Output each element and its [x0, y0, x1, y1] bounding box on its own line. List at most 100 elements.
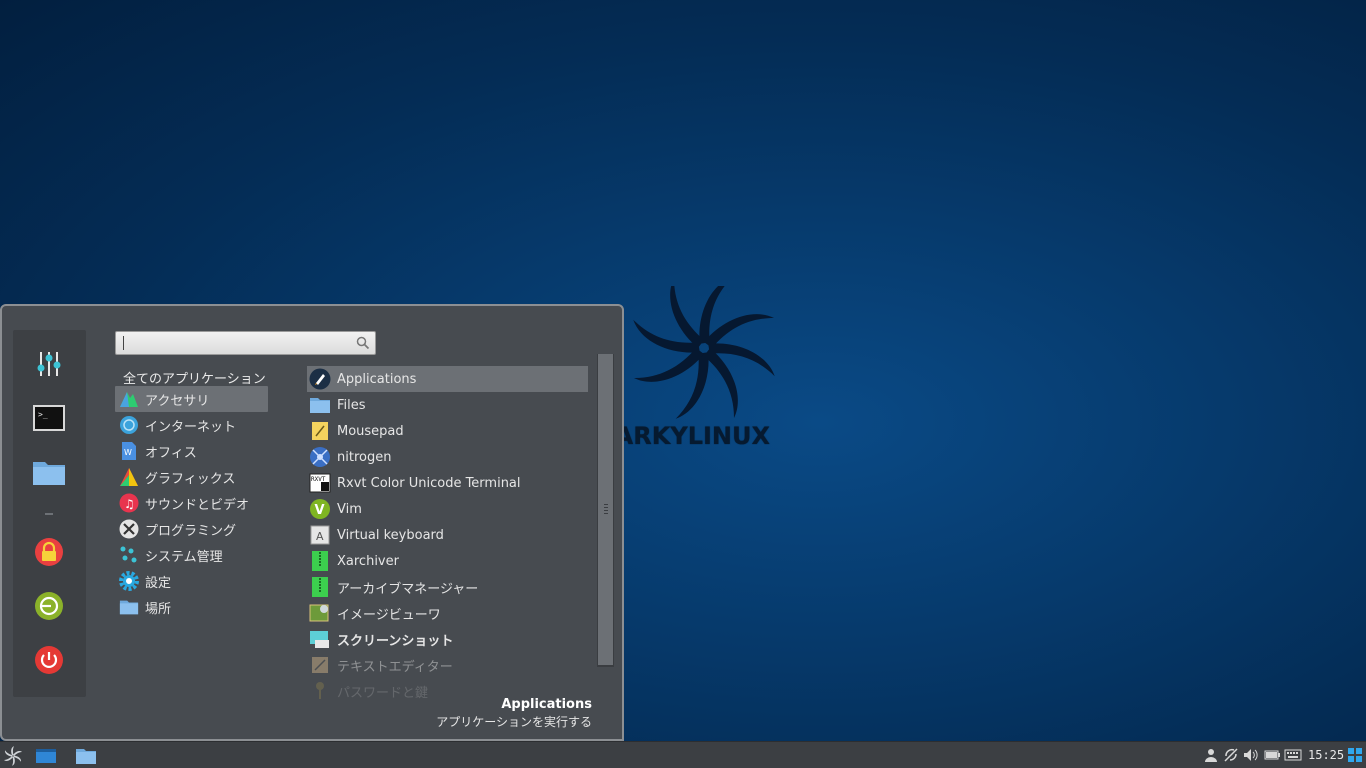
- category-label: アクセサリ: [145, 393, 210, 409]
- taskbar: 15:25: [0, 741, 1366, 768]
- programming-icon: [119, 519, 139, 539]
- places-folder-icon: [119, 597, 139, 617]
- scrollbar-grip: [604, 504, 608, 514]
- office-icon: W: [119, 441, 139, 461]
- text-editor-icon: [309, 654, 331, 676]
- apps-scrollbar[interactable]: [597, 354, 614, 667]
- category-label: 設定: [145, 575, 172, 591]
- category-label: プログラミング: [145, 523, 237, 539]
- graphics-icon: [119, 467, 139, 487]
- category-system[interactable]: システム管理: [115, 542, 268, 568]
- category-places[interactable]: 場所: [115, 594, 268, 620]
- category-label: サウンドとビデオ: [145, 497, 250, 513]
- mousepad-icon: [309, 420, 331, 442]
- svg-text:V: V: [315, 503, 325, 518]
- app-label: テキストエディター: [337, 659, 453, 675]
- user-icon[interactable]: [1202, 746, 1220, 764]
- category-programming[interactable]: プログラミング: [115, 516, 268, 542]
- app-description-title: Applications: [501, 697, 592, 712]
- sparky-menu-icon[interactable]: [2, 745, 24, 767]
- app-vim[interactable]: V Vim: [307, 496, 588, 522]
- app-label: nitrogen: [337, 449, 392, 465]
- favorites-sidebar: >_: [13, 330, 86, 697]
- app-label: Vim: [337, 501, 362, 517]
- category-settings[interactable]: 設定: [115, 568, 268, 594]
- battery-icon[interactable]: [1263, 746, 1281, 764]
- lock-icon[interactable]: [31, 534, 67, 570]
- category-sound-video[interactable]: ♫ サウンドとビデオ: [115, 490, 268, 516]
- app-label: Files: [337, 397, 366, 413]
- all-applications-category[interactable]: 全てのアプリケーション: [123, 368, 266, 387]
- vim-icon: V: [309, 498, 331, 520]
- nitrogen-icon: [309, 446, 331, 468]
- app-label: アーカイブマネージャー: [337, 581, 479, 597]
- category-accessories[interactable]: アクセサリ: [115, 386, 268, 412]
- app-label: スクリーンショット: [337, 633, 454, 649]
- system-icon: [119, 545, 139, 565]
- network-icon[interactable]: [1222, 746, 1240, 764]
- category-label: 場所: [145, 601, 172, 617]
- svg-text:W: W: [124, 448, 132, 457]
- power-icon[interactable]: [31, 642, 67, 678]
- search-input[interactable]: [115, 331, 376, 355]
- favorites-separator: [45, 513, 53, 515]
- folder-icon[interactable]: [31, 454, 67, 490]
- app-applications[interactable]: Applications: [307, 366, 588, 392]
- category-office[interactable]: W オフィス: [115, 438, 268, 464]
- internet-icon: [119, 415, 139, 435]
- app-label: Rxvt Color Unicode Terminal: [337, 475, 521, 491]
- archive-icon: [309, 550, 331, 572]
- image-viewer-icon: [309, 602, 331, 624]
- svg-text:♫: ♫: [124, 497, 135, 511]
- svg-text:RXVT: RXVT: [311, 476, 326, 483]
- scrollbar-thumb[interactable]: [598, 354, 613, 665]
- terminal-icon[interactable]: >_: [31, 400, 67, 436]
- rxvt-icon: RXVT: [309, 472, 331, 494]
- category-label: インターネット: [145, 419, 237, 435]
- app-screenshot[interactable]: スクリーンショット: [307, 626, 588, 652]
- app-mousepad[interactable]: Mousepad: [307, 418, 588, 444]
- svg-text:A: A: [316, 530, 324, 543]
- app-label: Virtual keyboard: [337, 527, 444, 543]
- category-graphics[interactable]: グラフィックス: [115, 464, 268, 490]
- app-archive-manager[interactable]: アーカイブマネージャー: [307, 574, 588, 600]
- app-xarchiver[interactable]: Xarchiver: [307, 548, 588, 574]
- category-label: システム管理: [145, 549, 223, 565]
- key-icon: [309, 680, 331, 702]
- accessories-icon: [119, 389, 139, 409]
- category-label: オフィス: [145, 445, 197, 461]
- app-label: Mousepad: [337, 423, 404, 439]
- text-caret: [123, 336, 124, 350]
- volume-icon[interactable]: [1242, 746, 1260, 764]
- archive-manager-icon: [309, 576, 331, 598]
- logout-icon[interactable]: [31, 588, 67, 624]
- windows-logo-icon[interactable]: [1346, 746, 1364, 764]
- app-description-subtitle: アプリケーションを実行する: [436, 715, 592, 729]
- keyboard-icon: A: [309, 524, 331, 546]
- folder-icon: [309, 394, 331, 416]
- music-icon: ♫: [119, 493, 139, 513]
- keyboard-icon[interactable]: [1284, 746, 1302, 764]
- app-virtual-keyboard[interactable]: A Virtual keyboard: [307, 522, 588, 548]
- app-label: Applications: [337, 371, 417, 387]
- category-internet[interactable]: インターネット: [115, 412, 268, 438]
- app-label: Xarchiver: [337, 553, 399, 569]
- svg-text:>_: >_: [38, 410, 48, 419]
- settings-gear-icon: [119, 571, 139, 591]
- desktop-icon[interactable]: [35, 745, 57, 767]
- app-label: イメージビューワ: [337, 607, 441, 623]
- category-label: グラフィックス: [145, 471, 236, 487]
- app-label: パスワードと鍵: [337, 685, 429, 701]
- sparky-desktop-logo-icon: [633, 286, 775, 419]
- app-rxvt[interactable]: RXVT Rxvt Color Unicode Terminal: [307, 470, 588, 496]
- app-files[interactable]: Files: [307, 392, 588, 418]
- app-image-viewer[interactable]: イメージビューワ: [307, 600, 588, 626]
- search-icon: [356, 336, 370, 350]
- clock[interactable]: 15:25: [1308, 748, 1344, 762]
- application-menu: >_ 全てのアプリケーション アクセサリ インターネット W オフィス グラフィ…: [0, 304, 624, 741]
- settings-sliders-icon[interactable]: [31, 346, 67, 382]
- rocket-icon: [309, 368, 331, 390]
- app-nitrogen[interactable]: nitrogen: [307, 444, 588, 470]
- folder-icon[interactable]: [75, 745, 97, 767]
- app-text-editor[interactable]: テキストエディター: [307, 652, 588, 678]
